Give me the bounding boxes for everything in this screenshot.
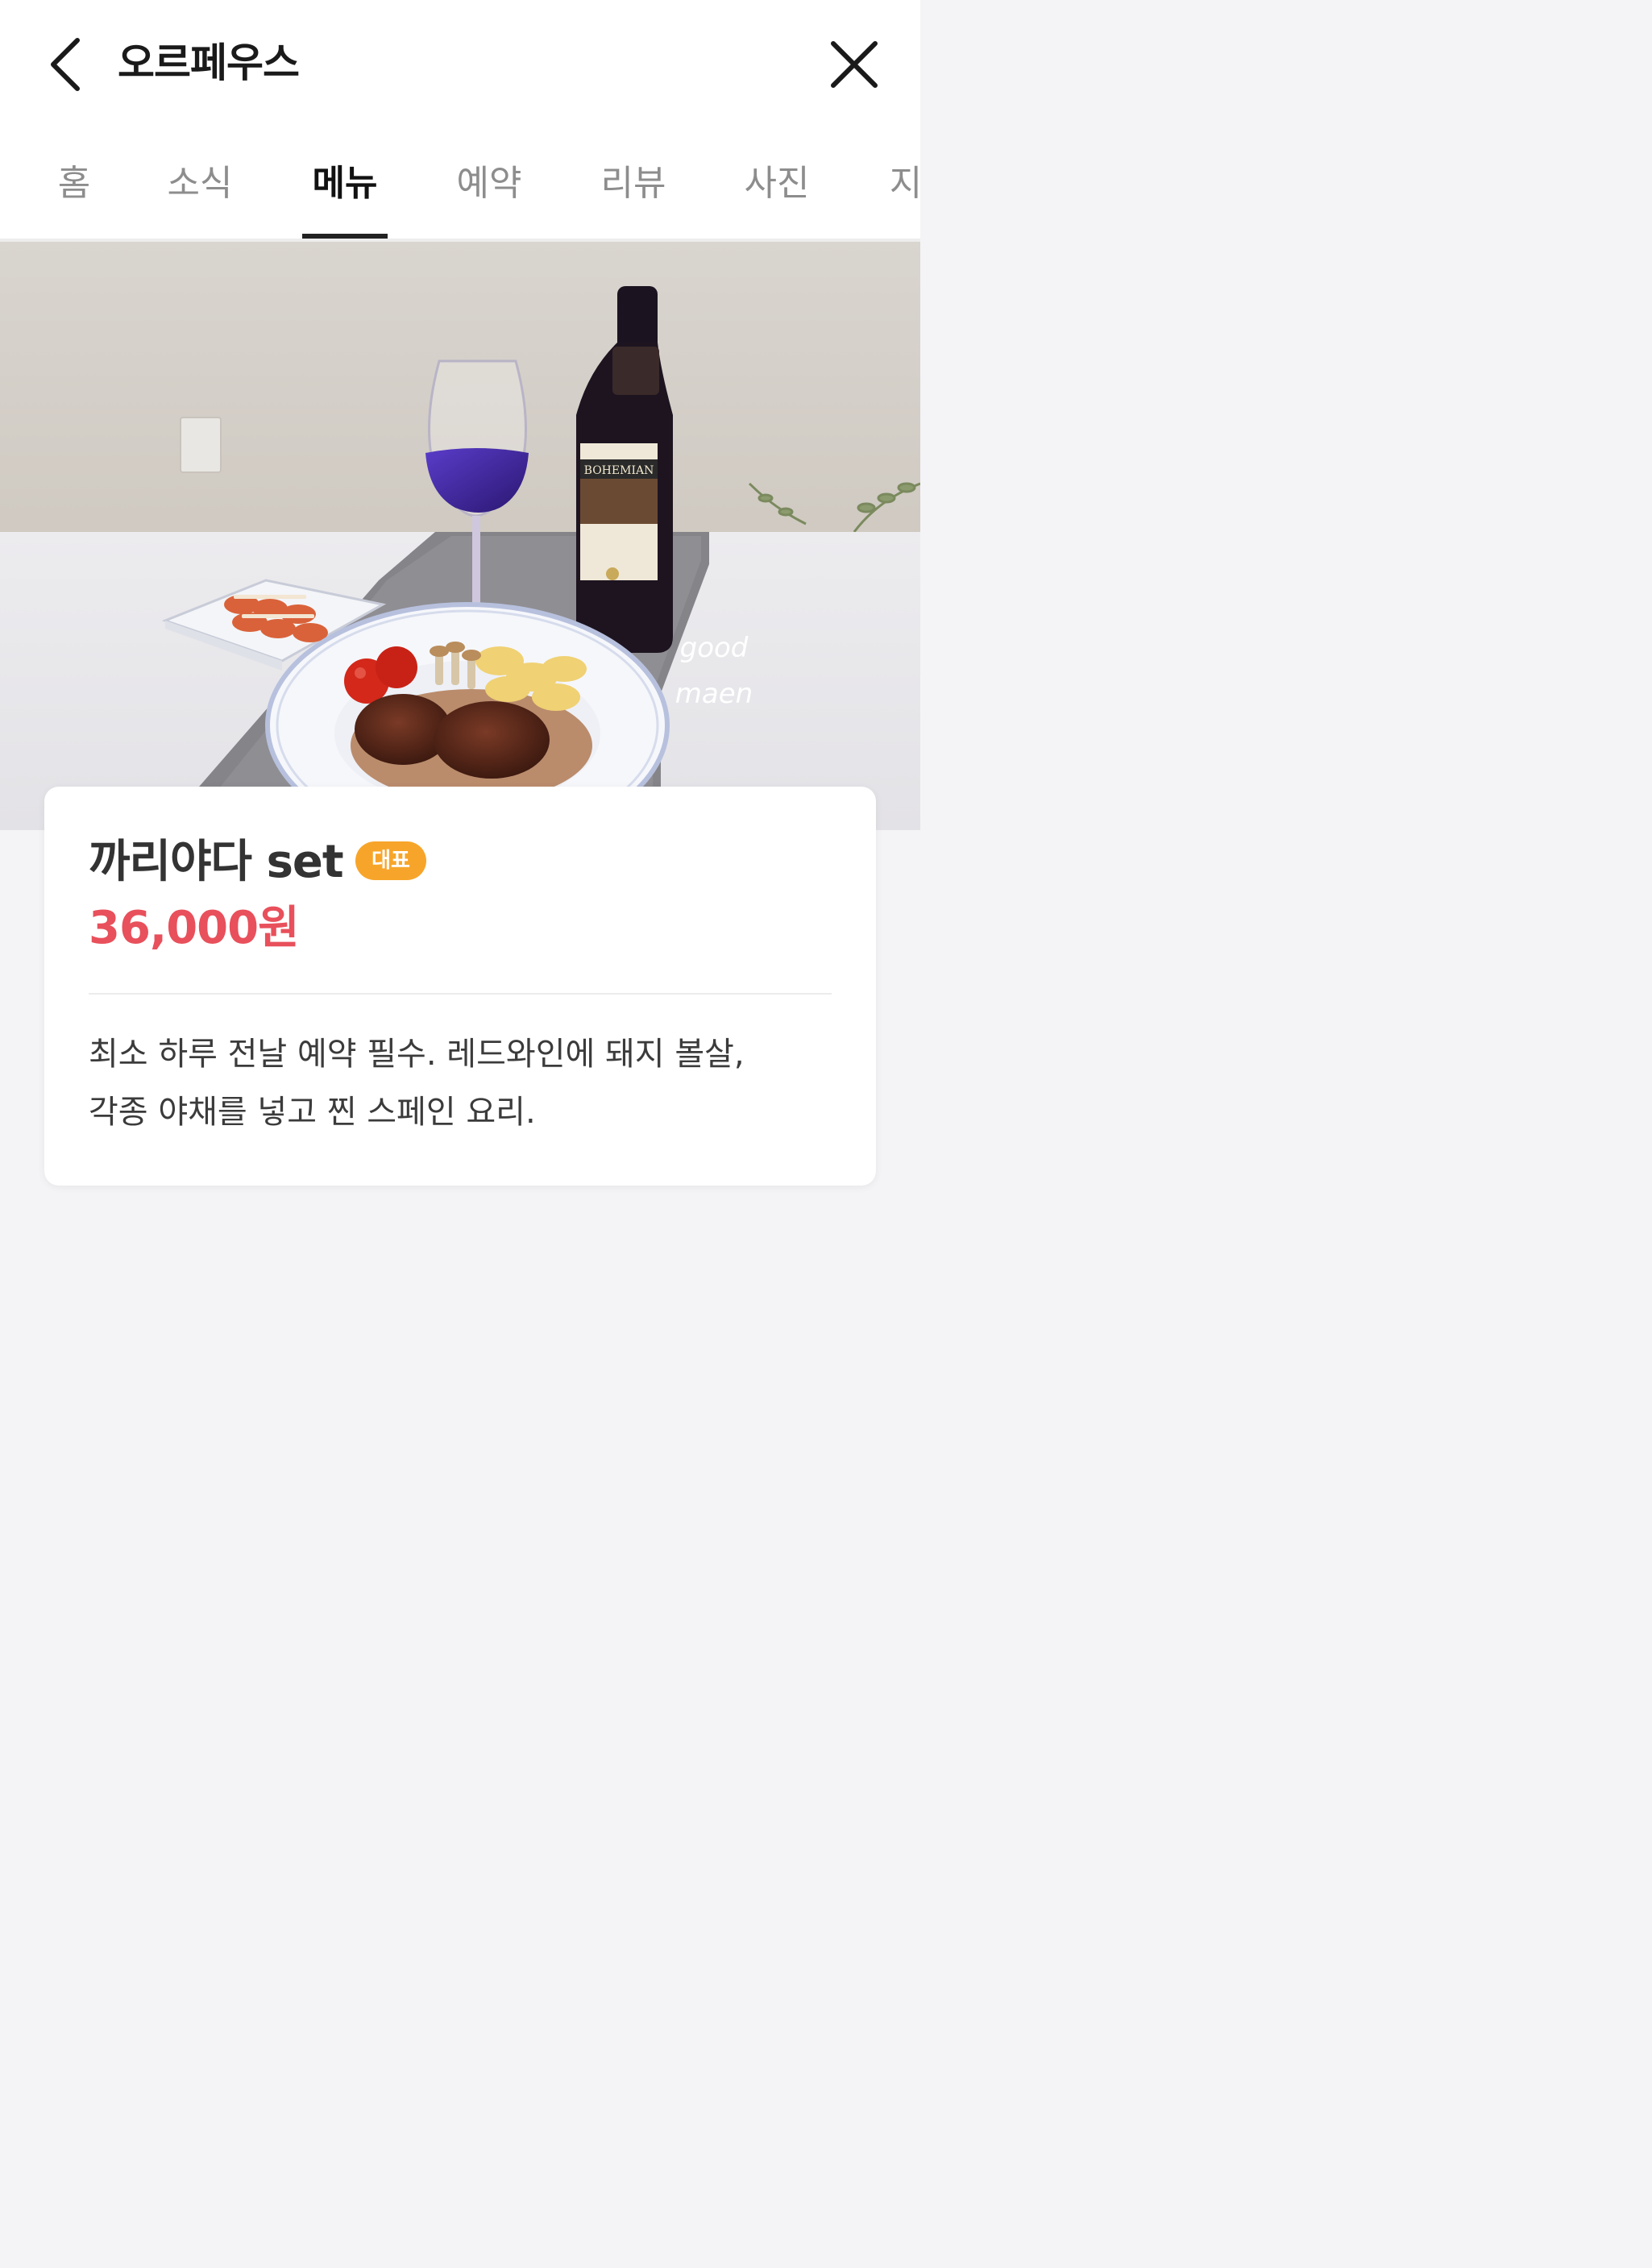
tab-reservation[interactable]: 예약	[457, 152, 522, 216]
tab-bar: 홈 소식 메뉴 예약 리뷰 사진 지	[0, 129, 920, 242]
menu-item-price: 36,000원	[89, 902, 300, 954]
watermark-line1: good	[680, 632, 749, 664]
chevron-left-icon	[51, 38, 80, 91]
page-title: 오르페우스	[118, 39, 300, 86]
tab-menu[interactable]: 메뉴	[313, 152, 378, 216]
close-button[interactable]	[825, 35, 883, 93]
divider	[89, 993, 832, 995]
watermark-line2: maen	[675, 678, 753, 710]
top-bar: 오르페우스	[0, 0, 920, 129]
tab-news[interactable]: 소식	[168, 152, 233, 216]
menu-item-description: 최소 하루 전날 예약 필수. 레드와인에 돼지 볼살, 각종 야채를 넣고 찐…	[89, 1025, 846, 1141]
signature-badge: 대표	[355, 841, 426, 880]
menu-item-card[interactable]: 까리야다 set 대표 36,000원 최소 하루 전날 예약 필수. 레드와인…	[44, 787, 876, 1186]
close-icon	[831, 41, 878, 88]
wine-label-text: BOHEMIAN	[584, 464, 654, 477]
back-button[interactable]	[42, 31, 93, 95]
menu-item-name: 까리야다 set	[89, 836, 344, 888]
menu-photo[interactable]: BOHEMIAN good maen	[0, 242, 920, 830]
tab-photos[interactable]: 사진	[745, 152, 810, 216]
tab-home[interactable]: 홈	[58, 152, 90, 216]
active-tab-indicator	[302, 234, 388, 239]
tab-map[interactable]: 지	[890, 152, 920, 216]
description-line-2: 각종 야채를 넣고 찐 스페인 요리.	[89, 1094, 536, 1131]
description-line-1: 최소 하루 전날 예약 필수. 레드와인에 돼지 볼살,	[89, 1036, 745, 1073]
tab-reviews[interactable]: 리뷰	[601, 152, 666, 216]
